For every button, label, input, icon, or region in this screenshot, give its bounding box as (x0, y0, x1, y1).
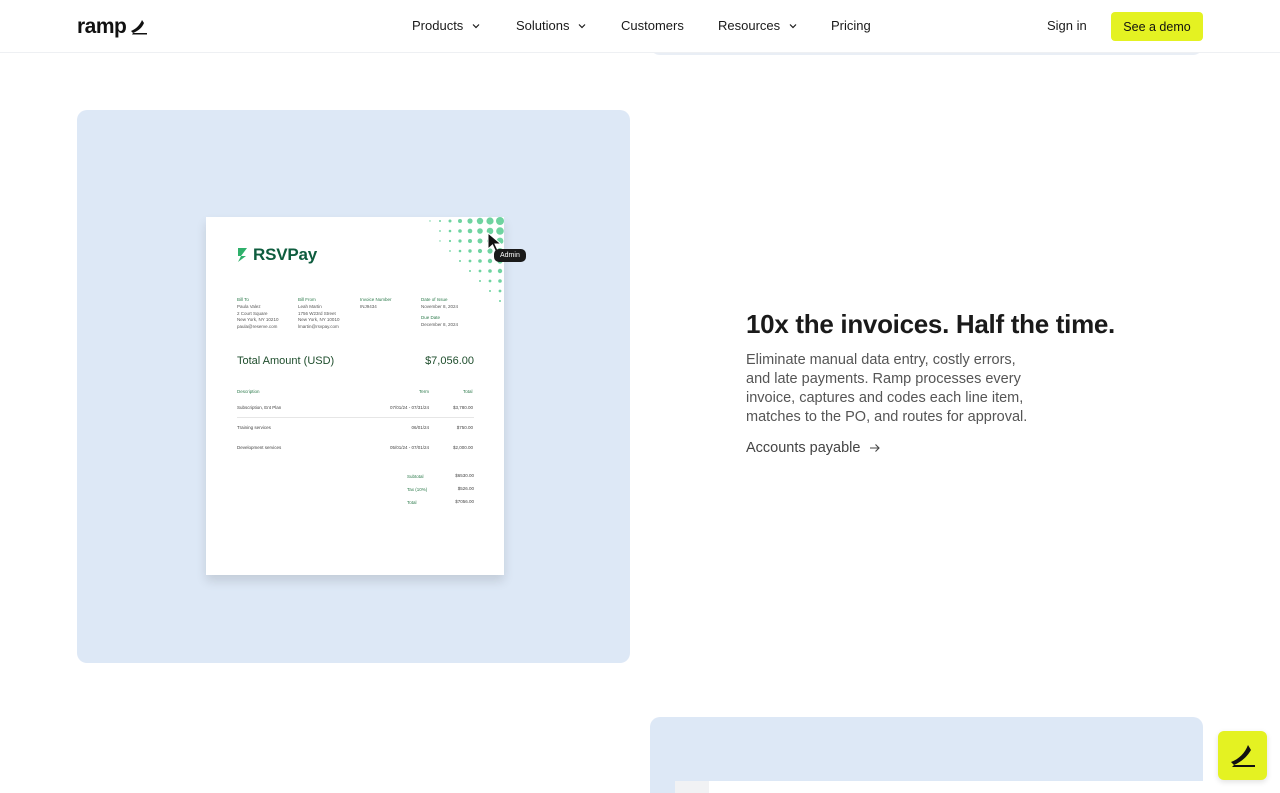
bill-from-label: Bill From (298, 297, 316, 302)
tax-label: Tax (10%) (407, 487, 428, 492)
sign-in-link[interactable]: Sign in (1047, 18, 1087, 33)
table-row: Development services 05/01/24 - 07/01/24… (237, 445, 473, 450)
nav-customers-label: Customers (621, 18, 684, 33)
chevron-down-icon (789, 23, 797, 28)
subtotal-value: $6530.00 (455, 473, 474, 478)
row-term: 06/01/24 (411, 425, 429, 430)
issue-date-label: Date of Issue (421, 297, 448, 302)
top-navigation: ramp Products Solutions Customers Resour… (0, 0, 1280, 53)
invoice-preview: RSVPay Bill To Paula Valez 2 Court Squar… (206, 217, 504, 575)
bill-to-details: Paula Valez 2 Court Square New York, NY … (237, 304, 279, 329)
next-feature-card (650, 717, 1203, 793)
invoice-brand: RSVPay (237, 245, 317, 265)
logo-text: ramp (77, 15, 127, 38)
chevron-down-icon (472, 23, 480, 28)
feature-illustration-card: RSVPay Bill To Paula Valez 2 Court Squar… (77, 110, 630, 663)
row-description: Training services (237, 425, 271, 430)
see-a-demo-button[interactable]: See a demo (1111, 12, 1203, 41)
row-divider (237, 417, 474, 418)
ramp-logo-icon (131, 20, 148, 35)
row-total: $750.00 (456, 425, 473, 430)
feature-description: Eliminate manual data entry, costly erro… (746, 352, 1028, 425)
invoice-number: INJ9434 (360, 304, 377, 309)
table-row: Training services 06/01/24 $750.00 (237, 425, 473, 430)
bill-from-details: Leah Martin 1756 W23rd Street New York, … (298, 304, 340, 329)
nav-products[interactable]: Products (412, 18, 481, 33)
subtotal-label: Subtotal (407, 474, 424, 479)
table-row: Subscription, Ent Plan 07/01/24 - 07/31/… (237, 405, 473, 410)
total-amount-label: Total Amount (USD) (237, 355, 335, 367)
issue-date: November 8, 2024 (421, 304, 459, 309)
accounts-payable-link[interactable]: Accounts payable (746, 440, 881, 456)
nav-products-label: Products (412, 18, 464, 33)
invoice-number-label: Invoice Number (360, 297, 392, 302)
tax-value: $526.00 (457, 486, 474, 491)
row-total: $2,000.00 (452, 445, 473, 450)
row-total: $3,780.00 (452, 405, 473, 410)
ramp-logo[interactable]: ramp (77, 15, 148, 39)
due-date: December 8, 2024 (421, 322, 459, 327)
invoice-brand-name: RSVPay (253, 245, 318, 264)
nav-solutions-label: Solutions (516, 18, 570, 33)
column-term: Term (419, 389, 429, 394)
chat-launcher-button[interactable] (1218, 731, 1267, 780)
admin-tag: Admin (494, 249, 526, 262)
app-preview-panel (675, 781, 1203, 793)
nav-customers[interactable]: Customers (621, 18, 684, 33)
nav-resources-label: Resources (718, 18, 781, 33)
column-description: Description (237, 389, 260, 394)
accounts-payable-link-label: Accounts payable (746, 440, 861, 456)
total-amount-value: $7,056.00 (425, 355, 474, 367)
ramp-logo-icon (1230, 744, 1255, 767)
summary-total-value: $7056.00 (455, 499, 474, 504)
arrow-right-icon (870, 444, 881, 452)
nav-pricing-label: Pricing (831, 18, 871, 33)
rsvpay-logo-icon (238, 248, 247, 262)
row-term: 07/01/24 - 07/31/24 (389, 405, 429, 410)
row-term: 05/01/24 - 07/01/24 (389, 445, 429, 450)
nav-solutions[interactable]: Solutions (516, 18, 587, 33)
bill-to-label: Bill To (237, 297, 249, 302)
chevron-down-icon (579, 23, 586, 28)
nav-pricing[interactable]: Pricing (831, 18, 871, 33)
nav-resources[interactable]: Resources (718, 18, 798, 33)
summary-total-label: Total (407, 500, 417, 505)
column-total: Total (463, 389, 473, 394)
due-date-label: Due Date (421, 315, 441, 320)
row-description: Development services (237, 445, 282, 450)
feature-headline: 10x the invoices. Half the time. (746, 309, 1115, 339)
row-description: Subscription, Ent Plan (237, 405, 282, 410)
